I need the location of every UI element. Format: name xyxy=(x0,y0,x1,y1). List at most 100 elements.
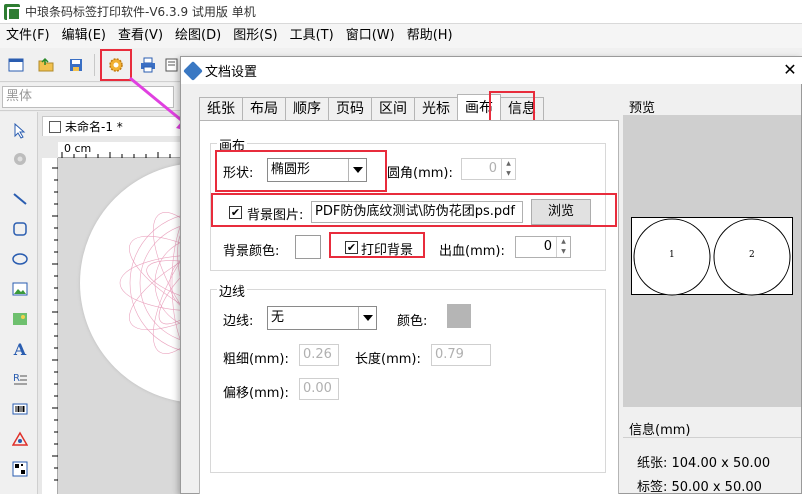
font-name-box[interactable]: 黑体 xyxy=(2,86,174,108)
new-document-button[interactable] xyxy=(4,53,28,77)
app-title: 中琅条码标签打印软件-V6.3.9 试用版 单机 xyxy=(25,5,256,19)
preview-area: 1 2 xyxy=(623,115,801,407)
ellipse-icon xyxy=(12,253,28,265)
document-icon xyxy=(49,120,61,133)
label-canvas[interactable] xyxy=(58,158,188,494)
image-tool[interactable] xyxy=(9,278,31,300)
paper-size-info: 纸张: 104.00 x 50.00 xyxy=(637,456,771,471)
menu-view[interactable]: 查看(V) xyxy=(112,24,169,48)
background-color-label: 背景颜色: xyxy=(223,244,280,259)
app-title-bar: 中琅条码标签打印软件-V6.3.9 试用版 单机 xyxy=(0,0,802,24)
border-color-swatch[interactable] xyxy=(447,304,471,328)
tab-page-number[interactable]: 页码 xyxy=(328,97,372,120)
document-tab-title: 未命名-1 * xyxy=(65,120,123,134)
rotate-icon xyxy=(14,153,26,165)
document-settings-dialog: 文档设置 ✕ 纸张 布局 顺序 页码 区间 光标 画布 信息 画布 形状: 椭圆… xyxy=(180,56,802,494)
thickness-input[interactable]: 0.26 xyxy=(299,344,339,366)
background-image-highlight-box xyxy=(211,193,617,227)
vertical-ruler xyxy=(42,158,58,494)
canvas-group: 画布 形状: 椭圆形 圆角(mm): 0 ▲ ▼ ✔ 背景图片: PDF防伪底纹测… xyxy=(210,135,617,271)
border-color-label: 颜色: xyxy=(397,314,428,329)
dialog-settings-icon xyxy=(183,60,203,81)
text-a-icon: A xyxy=(13,339,27,359)
bleed-spinner-arrows[interactable]: ▲ ▼ xyxy=(556,237,570,257)
vertical-ruler-ticks xyxy=(52,167,58,481)
horizontal-ruler: 0 cm xyxy=(58,142,188,158)
tab-cursor[interactable]: 光标 xyxy=(414,97,458,120)
offset-input[interactable]: 0.00 xyxy=(299,378,339,400)
ruler-ticks xyxy=(61,152,183,158)
rounded-rectangle-icon xyxy=(13,222,27,236)
close-icon[interactable]: ✕ xyxy=(781,61,799,79)
preview-title: 预览 xyxy=(629,101,656,116)
printer-icon xyxy=(141,57,155,73)
background-color-swatch[interactable] xyxy=(295,235,321,259)
new-document-icon xyxy=(8,58,24,72)
line-tool[interactable] xyxy=(9,188,31,210)
info-group: 纸张: 104.00 x 50.00 标签: 50.00 x 50.00 xyxy=(623,437,801,494)
richtext-tool[interactable]: R xyxy=(9,368,31,390)
tab-order[interactable]: 顺序 xyxy=(285,97,329,120)
open-folder-icon xyxy=(38,57,54,72)
label-size-info: 标签: 50.00 x 50.00 xyxy=(637,480,762,494)
pointer-icon xyxy=(14,123,26,139)
print-button[interactable] xyxy=(136,53,160,77)
document-tab[interactable]: 未命名-1 * xyxy=(42,116,182,136)
settings-highlight-box xyxy=(100,49,132,81)
menu-help[interactable]: 帮助(H) xyxy=(401,24,459,48)
tab-paper[interactable]: 纸张 xyxy=(199,97,243,120)
left-tool-panel: A R xyxy=(0,112,38,494)
menu-bar: 文件(F) 编辑(E) 查看(V) 绘图(D) 图形(S) 工具(T) 窗口(W… xyxy=(0,24,802,48)
qrcode-tool[interactable] xyxy=(9,458,31,480)
barcode-tool[interactable] xyxy=(9,398,31,420)
menu-file[interactable]: 文件(F) xyxy=(0,24,56,48)
menu-edit[interactable]: 编辑(E) xyxy=(56,24,112,48)
rich-text-icon: R xyxy=(13,373,27,385)
border-group: 边线 边线: 无 颜色: 粗细(mm): 0.26 长度(mm): 0.79 偏… xyxy=(210,281,606,473)
picture-tool[interactable] xyxy=(9,308,31,330)
thickness-label: 粗细(mm): xyxy=(223,352,289,367)
length-input[interactable]: 0.79 xyxy=(431,344,491,366)
bleed-label: 出血(mm): xyxy=(439,244,505,259)
menu-draw[interactable]: 绘图(D) xyxy=(169,24,227,48)
length-label: 长度(mm): xyxy=(355,352,421,367)
menu-window[interactable]: 窗口(W) xyxy=(340,24,401,48)
corner-spinner-arrows[interactable]: ▲ ▼ xyxy=(501,159,515,179)
menu-tools[interactable]: 工具(T) xyxy=(284,24,340,48)
corner-radius-input[interactable]: 0 ▲ ▼ xyxy=(461,158,516,180)
tab-range[interactable]: 区间 xyxy=(371,97,415,120)
ellipse-tool[interactable] xyxy=(9,248,31,270)
select-tool[interactable] xyxy=(9,120,31,142)
menu-shape[interactable]: 图形(S) xyxy=(227,24,283,48)
corner-radius-label: 圆角(mm): xyxy=(387,166,453,181)
save-icon xyxy=(70,59,82,71)
open-button[interactable] xyxy=(34,53,58,77)
toolbar-separator xyxy=(94,54,95,76)
border-style-select[interactable]: 无 xyxy=(267,306,377,330)
svg-text:R: R xyxy=(13,373,20,384)
rectangle-tool[interactable] xyxy=(9,218,31,240)
qrcode-icon xyxy=(12,461,28,477)
app-logo-icon xyxy=(4,3,21,21)
border-chevron-down-icon xyxy=(358,307,376,329)
landscape-icon xyxy=(13,313,27,325)
dialog-title: 文档设置 xyxy=(205,65,258,80)
text-tool[interactable]: A xyxy=(9,338,31,360)
offset-label: 偏移(mm): xyxy=(223,386,289,401)
triangle-icon xyxy=(12,431,28,446)
bleed-value: 0 xyxy=(543,239,552,254)
bleed-input[interactable]: 0 ▲ ▼ xyxy=(515,236,571,258)
barcode-icon xyxy=(12,403,28,415)
tab-layout[interactable]: 布局 xyxy=(242,97,286,120)
save-button[interactable] xyxy=(64,53,88,77)
print-preview-icon xyxy=(165,58,178,72)
preview-labels xyxy=(633,218,791,296)
preview-label-1: 1 xyxy=(669,250,675,260)
canvas-tab-panel: 画布 形状: 椭圆形 圆角(mm): 0 ▲ ▼ ✔ 背景图片: PDF防伪底纹测… xyxy=(199,120,619,494)
border-style-value: 无 xyxy=(271,310,285,325)
triangle-tool[interactable] xyxy=(9,428,31,450)
rotate-tool[interactable] xyxy=(9,148,31,170)
preview-label-2: 2 xyxy=(749,250,755,260)
shape-highlight-box xyxy=(215,150,387,192)
ellipse-label-shape xyxy=(80,163,188,403)
